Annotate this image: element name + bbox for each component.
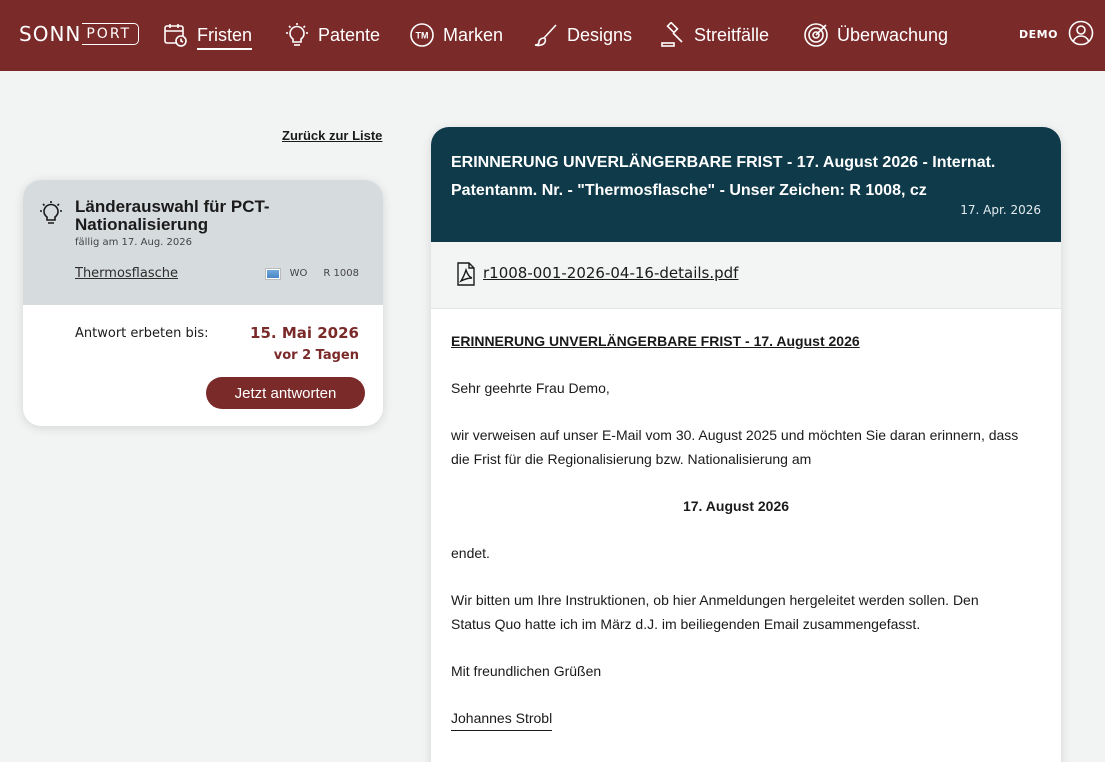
message-subject: ERINNERUNG UNVERLÄNGERBARE FRIST - 17. A… (451, 154, 996, 199)
wipo-flag-icon (265, 268, 280, 279)
logo-part-port: PORT (82, 23, 140, 45)
gavel-icon (661, 22, 683, 47)
task-title: Länderauswahl für PCT-Nationalisierung (75, 197, 270, 234)
nav-marken-label: Marken (443, 24, 504, 45)
lightbulb-icon (286, 23, 308, 46)
lightbulb-icon (40, 201, 62, 224)
attachment-row: r1008-001-2026-04-16-details.pdf (431, 242, 1061, 309)
nav-ueberwachung[interactable]: Überwachung (803, 18, 948, 52)
task-region: WO (289, 268, 308, 279)
case-link-thermosflasche[interactable]: Thermosflasche (75, 266, 178, 281)
message-date: 17. Apr. 2026 (960, 203, 1041, 217)
user-name-label[interactable]: DEMO (1019, 28, 1058, 41)
body-deadline: 17. August 2026 (682, 498, 790, 514)
task-card: Länderauswahl für PCT-Nationalisierung f… (23, 180, 383, 426)
attachment-link[interactable]: r1008-001-2026-04-16-details.pdf (483, 264, 738, 282)
nav-fristen[interactable]: Fristen (163, 18, 253, 52)
brush-icon (534, 24, 557, 47)
nav-marken[interactable]: TM Marken (409, 18, 503, 52)
body-paragraph-1: wir verweisen auf unser E-Mail vom 30. A… (451, 427, 1019, 467)
task-reference: R 1008 (323, 268, 359, 279)
task-meta: WO R 1008 (265, 268, 359, 279)
nav-streitfaelle-label: Streitfälle (694, 24, 770, 45)
user-account-icon[interactable] (1068, 20, 1094, 46)
pdf-file-icon (457, 262, 475, 286)
nav-streitfaelle[interactable]: Streitfälle (660, 18, 769, 52)
svg-text:TM: TM (416, 31, 429, 41)
top-navigation: SONN PORT Fristen Patente TM Marken Desi… (0, 0, 1105, 71)
calendar-clock-icon (164, 24, 187, 47)
answer-due-label: Antwort erbeten bis: (75, 326, 209, 341)
nav-patente[interactable]: Patente (284, 18, 380, 52)
nav-fristen-label: Fristen (197, 25, 253, 50)
message-body: ERINNERUNG UNVERLÄNGERBARE FRIST - 17. A… (451, 329, 1021, 754)
back-to-list-link[interactable]: Zurück zur Liste (282, 128, 382, 143)
nav-designs-label: Designs (567, 24, 633, 45)
body-greeting: Sehr geehrte Frau Demo, (451, 380, 610, 396)
body-paragraph-3: Wir bitten um Ihre Instruktionen, ob hie… (451, 592, 979, 632)
nav-patente-label: Patente (318, 24, 381, 45)
nav-ueberwachung-label: Überwachung (837, 24, 949, 45)
task-due-date: fällig am 17. Aug. 2026 (75, 237, 192, 248)
sonnport-logo[interactable]: SONN PORT (19, 22, 140, 46)
answer-due-date: 15. Mai 2026 (250, 324, 359, 342)
body-closing: Mit freundlichen Grüßen (451, 663, 602, 679)
answer-relative-time: vor 2 Tagen (273, 348, 359, 363)
body-signature: Johannes Strobl (451, 706, 553, 731)
trademark-icon: TM (410, 23, 434, 47)
nav-designs[interactable]: Designs (533, 18, 632, 52)
body-heading: ERINNERUNG UNVERLÄNGERBARE FRIST - 17. A… (451, 333, 860, 349)
logo-part-sonn: SONN (19, 22, 82, 46)
target-icon (804, 23, 828, 47)
reply-now-button[interactable]: Jetzt antworten (206, 377, 365, 409)
body-paragraph-2: endet. (451, 545, 490, 561)
task-card-header: Länderauswahl für PCT-Nationalisierung f… (23, 180, 383, 305)
message-header: ERINNERUNG UNVERLÄNGERBARE FRIST - 17. A… (431, 127, 1061, 242)
